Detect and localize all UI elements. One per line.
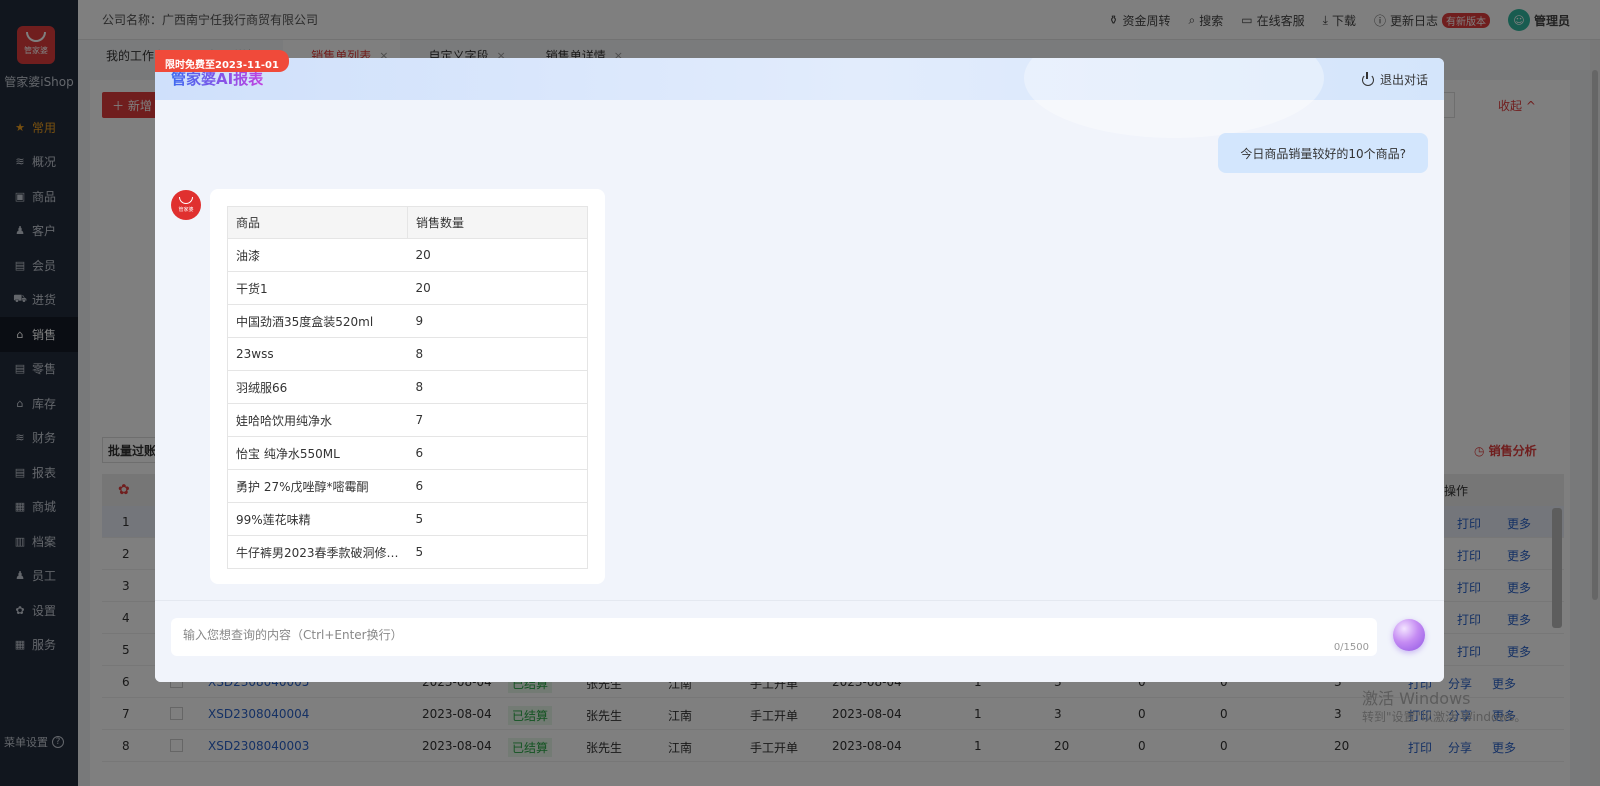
- ai-avatar: 管家婆: [171, 190, 201, 220]
- result-row: 牛仔裤男2023春季款破洞修身... 5: [227, 535, 588, 569]
- product-name: 中国劲酒35度盒装520ml: [227, 304, 408, 338]
- result-row: 23wss 8: [227, 337, 588, 371]
- sales-quantity: 6: [407, 436, 588, 470]
- product-name: 娃哈哈饮用纯净水: [227, 403, 408, 437]
- product-name: 干货1: [227, 271, 408, 305]
- header-product: 商品: [227, 206, 408, 239]
- result-row: 干货1 20: [227, 271, 588, 305]
- exit-chat-button[interactable]: 退出对话: [1361, 71, 1428, 88]
- sales-quantity: 5: [407, 502, 588, 536]
- product-name: 99%莲花味精: [227, 502, 408, 536]
- sales-quantity: 9: [407, 304, 588, 338]
- sales-quantity: 8: [407, 337, 588, 371]
- chat-input[interactable]: [183, 624, 1283, 646]
- dialog-header: 管家婆AI报表 退出对话: [155, 58, 1444, 138]
- sales-quantity: 7: [407, 403, 588, 437]
- send-button[interactable]: [1393, 619, 1425, 651]
- product-name: 牛仔裤男2023春季款破洞修身...: [227, 535, 408, 569]
- ai-answer-card: 商品 销售数量 油漆 20 干货1 20 中国劲酒35度盒装520ml 9 23wss 8 羽绒…: [210, 189, 605, 584]
- result-table-body: 油漆 20 干货1 20 中国劲酒35度盒装520ml 9 23wss 8 羽绒服66 8 娃哈哈饮…: [227, 238, 588, 569]
- sales-quantity: 8: [407, 370, 588, 404]
- product-name: 23wss: [227, 337, 408, 371]
- header-quantity: 销售数量: [407, 206, 588, 239]
- result-table-header-row: 商品 销售数量: [227, 206, 588, 239]
- result-row: 勇护 27%戊唑醇*嘧霉酮 6: [227, 469, 588, 503]
- sales-quantity: 5: [407, 535, 588, 569]
- sales-quantity: 20: [407, 271, 588, 305]
- result-row: 怡宝 纯净水550ML 6: [227, 436, 588, 470]
- product-name: 油漆: [227, 238, 408, 272]
- ai-avatar-text: 管家婆: [178, 207, 194, 213]
- exit-label: 退出对话: [1379, 73, 1428, 87]
- sales-quantity: 6: [407, 469, 588, 503]
- result-row: 娃哈哈饮用纯净水 7: [227, 403, 588, 437]
- chat-input-area: 0/1500: [155, 600, 1444, 682]
- result-row: 油漆 20: [227, 238, 588, 272]
- product-name: 羽绒服66: [227, 370, 408, 404]
- result-row: 羽绒服66 8: [227, 370, 588, 404]
- chat-input-box: 0/1500: [171, 618, 1377, 656]
- result-table: 商品 销售数量 油漆 20 干货1 20 中国劲酒35度盒装520ml 9 23wss 8 羽绒…: [227, 206, 588, 569]
- sales-quantity: 20: [407, 238, 588, 272]
- promo-ribbon: 限时免费至2023-11-01: [155, 50, 289, 72]
- char-counter: 0/1500: [1333, 642, 1369, 653]
- product-name: 怡宝 纯净水550ML: [227, 436, 408, 470]
- ai-report-dialog: 管家婆AI报表 退出对话 今日商品销量较好的10个商品? 管家婆 商品 销售数量…: [155, 58, 1444, 682]
- result-row: 99%莲花味精 5: [227, 502, 588, 536]
- power-icon: [1361, 71, 1374, 86]
- result-row: 中国劲酒35度盒装520ml 9: [227, 304, 588, 338]
- ai-smile-icon: [179, 197, 193, 204]
- product-name: 勇护 27%戊唑醇*嘧霉酮: [227, 469, 408, 503]
- user-question-bubble: 今日商品销量较好的10个商品?: [1218, 133, 1428, 173]
